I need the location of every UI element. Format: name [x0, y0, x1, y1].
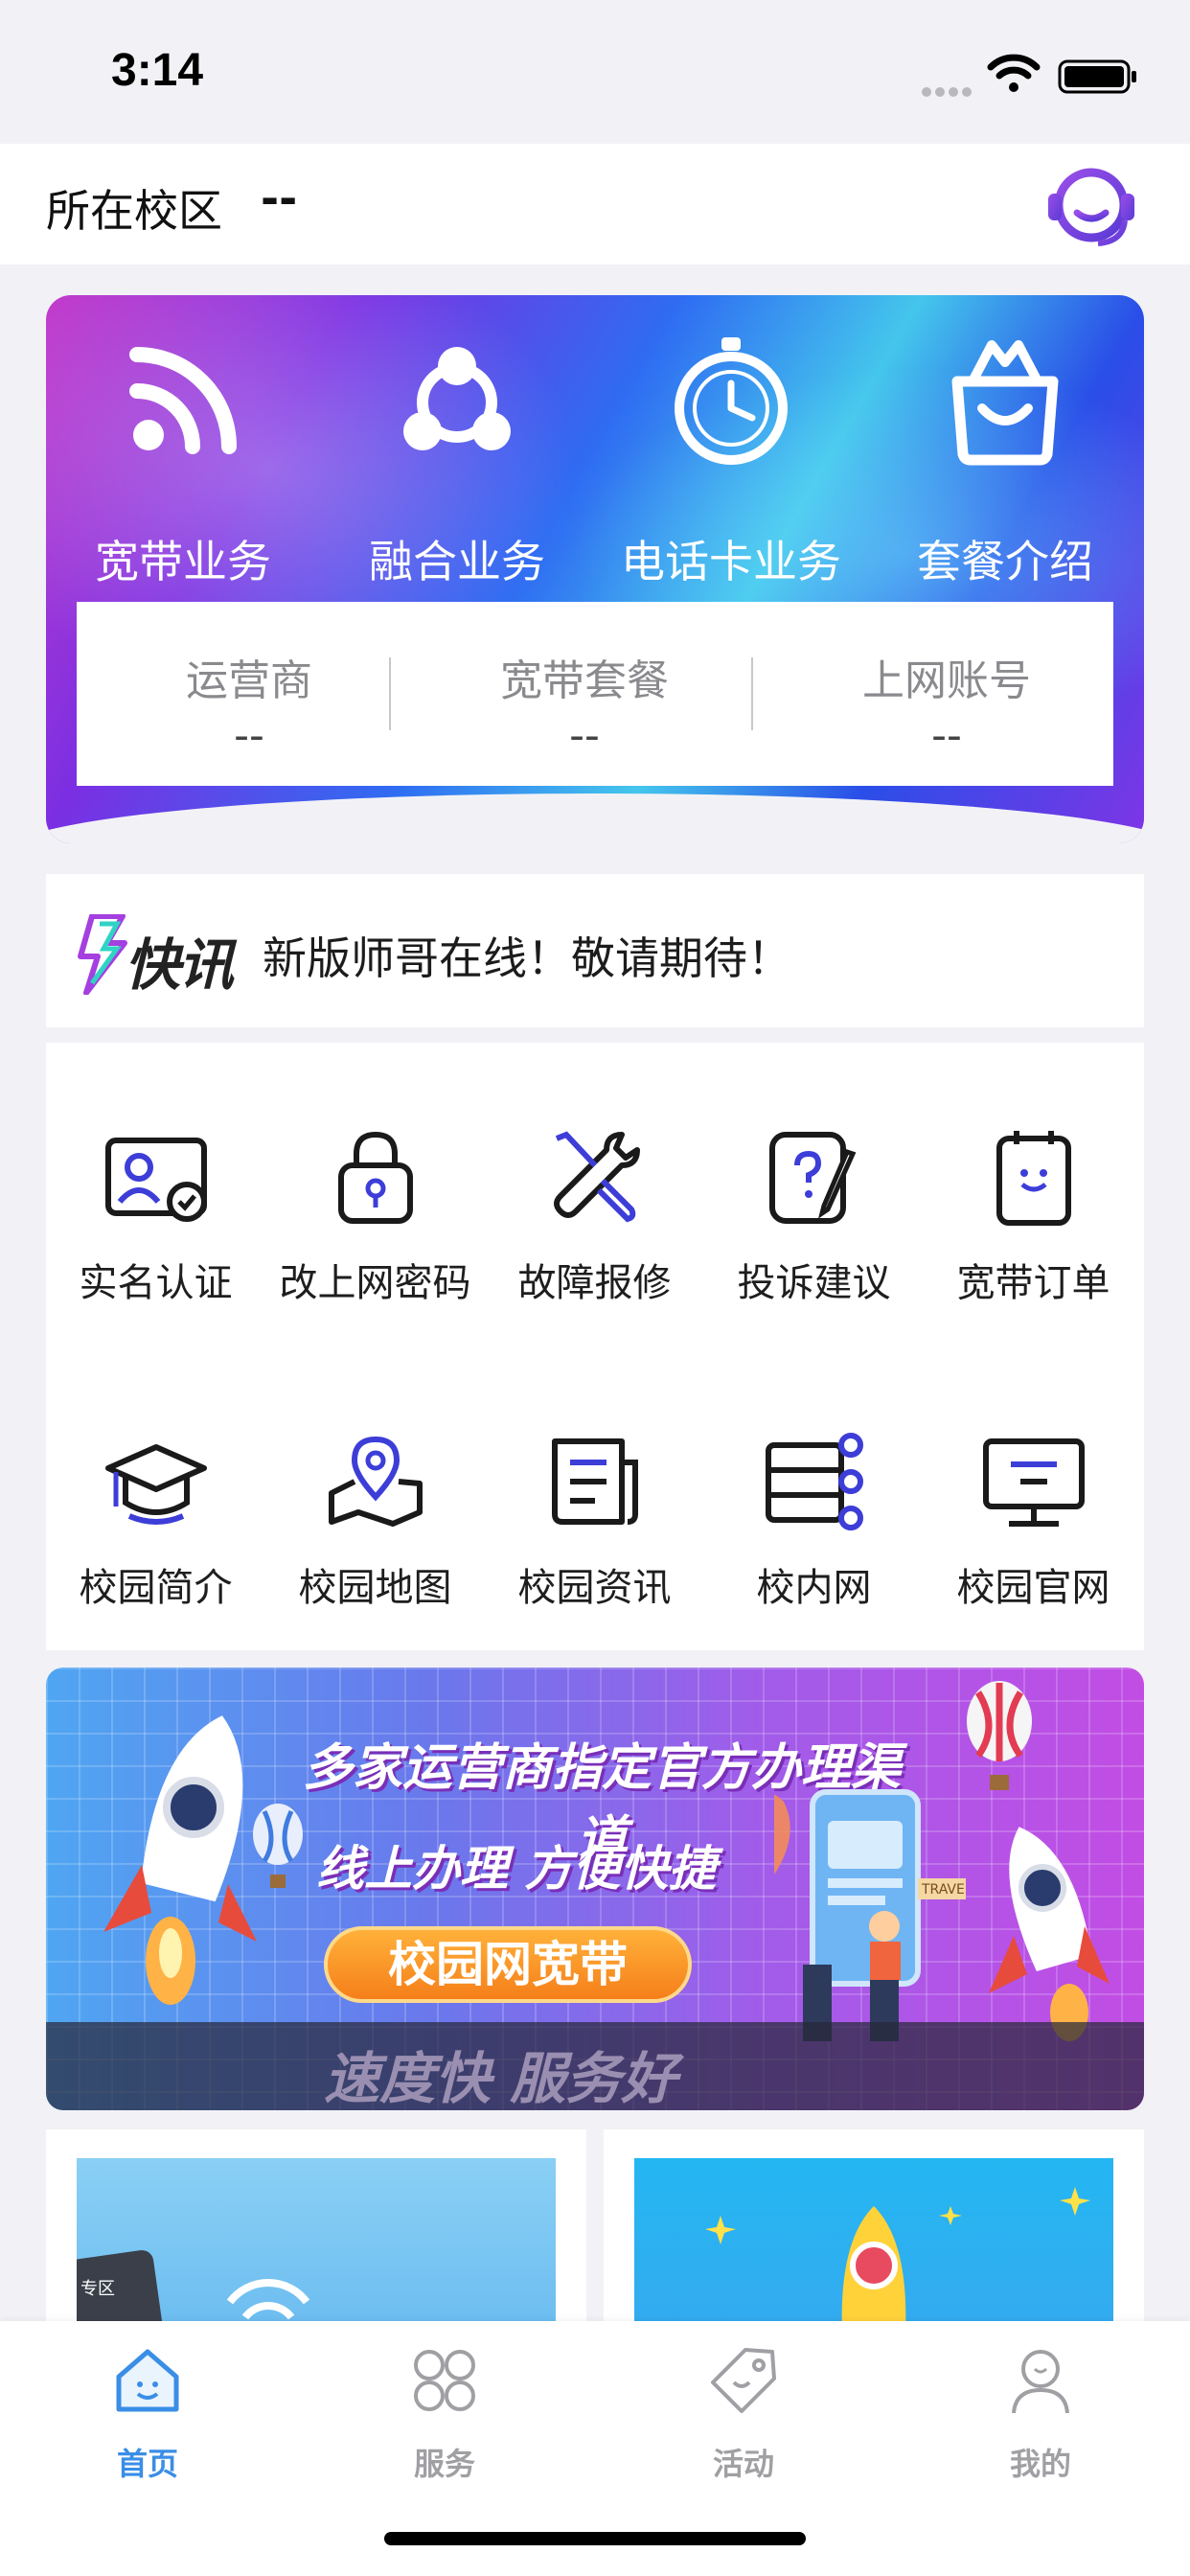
divider [389, 657, 391, 730]
hot-air-balloon-illustration [967, 1681, 1032, 1790]
campus-value[interactable]: -- [261, 172, 297, 224]
stopwatch-icon [675, 337, 788, 465]
tab-home[interactable]: 首页 [61, 2344, 234, 2497]
services-clover-icon [414, 2350, 475, 2411]
lock-icon [338, 1131, 413, 1224]
tab-label: 首页 [116, 2446, 178, 2482]
service-campus-map[interactable]: 校园地图 [265, 1426, 485, 1618]
hero-cat-label: 宽带业务 [95, 536, 271, 587]
account-username: 上网账号 -- [774, 602, 1119, 786]
id-card-icon [105, 1138, 207, 1222]
travel-sign-text: TRAVEL [921, 1882, 966, 1898]
account-info-card: 运营商 -- 宽带套餐 -- 上网账号 -- [77, 602, 1113, 786]
service-label: 改上网密码 [279, 1261, 471, 1305]
service-campus-news[interactable]: 校园资讯 [485, 1426, 704, 1618]
news-document-icon [552, 1438, 638, 1525]
price-tag-icon [711, 2348, 776, 2413]
tab-label: 服务 [413, 2446, 475, 2482]
service-repair[interactable]: 故障报修 [485, 1121, 704, 1313]
service-complaint[interactable]: 投诉建议 [704, 1121, 924, 1313]
wifi-status-icon [987, 54, 1041, 92]
hero-bottom-curve [46, 794, 1144, 843]
hero-cat-broadband[interactable]: 宽带业务 [46, 334, 320, 587]
news-ticker[interactable]: 快讯 新版师哥在线！敬请期待！ [46, 874, 1144, 1027]
account-value: -- [569, 711, 600, 760]
tab-services[interactable]: 服务 [358, 2344, 531, 2497]
shopping-bag-icon [951, 340, 1059, 466]
hero-cat-phone-card[interactable]: 电话卡业务 [594, 334, 868, 587]
service-label: 实名认证 [79, 1261, 233, 1305]
service-intranet[interactable]: 校内网 [704, 1426, 924, 1618]
hero-cat-fusion[interactable]: 融合业务 [320, 334, 594, 587]
service-label: 校园资讯 [517, 1566, 672, 1610]
divider [751, 657, 753, 730]
feedback-edit-icon [769, 1132, 857, 1224]
share-nodes-icon [403, 347, 511, 450]
promo-slogan-strip: 速度快 服务好 [46, 2022, 1144, 2110]
card-tag-text: 专区 [80, 2279, 115, 2299]
account-value: -- [234, 711, 264, 760]
tab-label: 我的 [1009, 2446, 1071, 2482]
tab-profile[interactable]: 我的 [954, 2344, 1127, 2497]
home-icon [116, 2349, 179, 2412]
service-label: 校园地图 [298, 1566, 452, 1610]
profile-person-icon [1012, 2350, 1069, 2414]
campus-header: 所在校区 -- [0, 144, 1190, 264]
wifi-signal-icon [129, 347, 237, 454]
promo-slogan: 速度快 服务好 [324, 2046, 677, 2110]
service-label: 宽带订单 [956, 1261, 1110, 1305]
customer-service-icon[interactable] [1039, 157, 1144, 253]
map-pin-icon [329, 1436, 423, 1527]
server-network-icon [766, 1433, 863, 1530]
hero-banner: 宽带业务 融合业务 电话卡业务 套餐介绍 运营商 -- 宽带套餐 -- 上网账号… [46, 295, 1144, 843]
service-change-password[interactable]: 改上网密码 [265, 1121, 485, 1313]
news-logo-text: 快讯 [125, 932, 234, 998]
campus-label: 所在校区 [46, 185, 222, 237]
service-campus-intro[interactable]: 校园简介 [46, 1426, 265, 1618]
rocket-illustration [103, 1715, 257, 2005]
service-campus-website[interactable]: 校园官网 [924, 1426, 1143, 1618]
service-grid: 实名认证 改上网密码 故障报修 投诉建议 宽带订单 校园简介 校园地图 校园资讯… [46, 1043, 1144, 1650]
service-label: 投诉建议 [737, 1261, 891, 1305]
account-key: 运营商 [186, 656, 312, 705]
promo-cta-pill[interactable]: 校园网宽带 [324, 1926, 692, 2003]
hero-cat-label: 套餐介绍 [917, 536, 1093, 587]
tab-label: 活动 [712, 2446, 774, 2482]
service-real-name-auth[interactable]: 实名认证 [46, 1121, 265, 1313]
service-label: 校园简介 [79, 1566, 233, 1610]
service-label: 校内网 [756, 1566, 872, 1610]
hero-categories: 宽带业务 融合业务 电话卡业务 套餐介绍 [46, 334, 1144, 587]
account-package: 宽带套餐 -- [412, 602, 757, 786]
news-logo: 快讯 [75, 914, 247, 998]
promo-subline: 线上办理 方便快捷 [316, 1841, 717, 1897]
account-key: 宽带套餐 [500, 656, 669, 705]
cellular-signal-icon [922, 82, 975, 101]
hero-cat-label: 融合业务 [369, 536, 545, 587]
account-value: -- [931, 711, 962, 760]
service-label: 校园官网 [956, 1566, 1110, 1610]
lightning-bolt-icon [78, 914, 127, 995]
rocket-illustration [989, 1827, 1110, 2041]
service-label: 故障报修 [517, 1261, 672, 1305]
monitor-icon [983, 1438, 1085, 1527]
news-text: 新版师哥在线！敬请期待！ [263, 932, 791, 984]
order-clipboard-icon [996, 1131, 1071, 1226]
home-indicator [384, 2532, 806, 2545]
status-time: 3:14 [111, 45, 204, 96]
account-key: 上网账号 [862, 656, 1031, 705]
battery-icon [1058, 59, 1136, 94]
account-carrier: 运营商 -- [77, 602, 422, 786]
repair-tools-icon [554, 1131, 640, 1223]
status-bar: 3:14 [0, 0, 1190, 144]
promo-cta-label: 校园网宽带 [388, 1937, 628, 1992]
hero-cat-label: 电话卡业务 [621, 536, 841, 587]
promo-banner[interactable]: 多家运营商指定官方办理渠道 线上办理 方便快捷 校园网宽带 TRAVEL 速度快… [46, 1668, 1144, 2110]
hero-cat-packages[interactable]: 套餐介绍 [868, 334, 1142, 587]
service-broadband-orders[interactable]: 宽带订单 [924, 1121, 1143, 1313]
graduation-cap-icon [105, 1444, 207, 1525]
tab-activities[interactable]: 活动 [657, 2344, 830, 2497]
